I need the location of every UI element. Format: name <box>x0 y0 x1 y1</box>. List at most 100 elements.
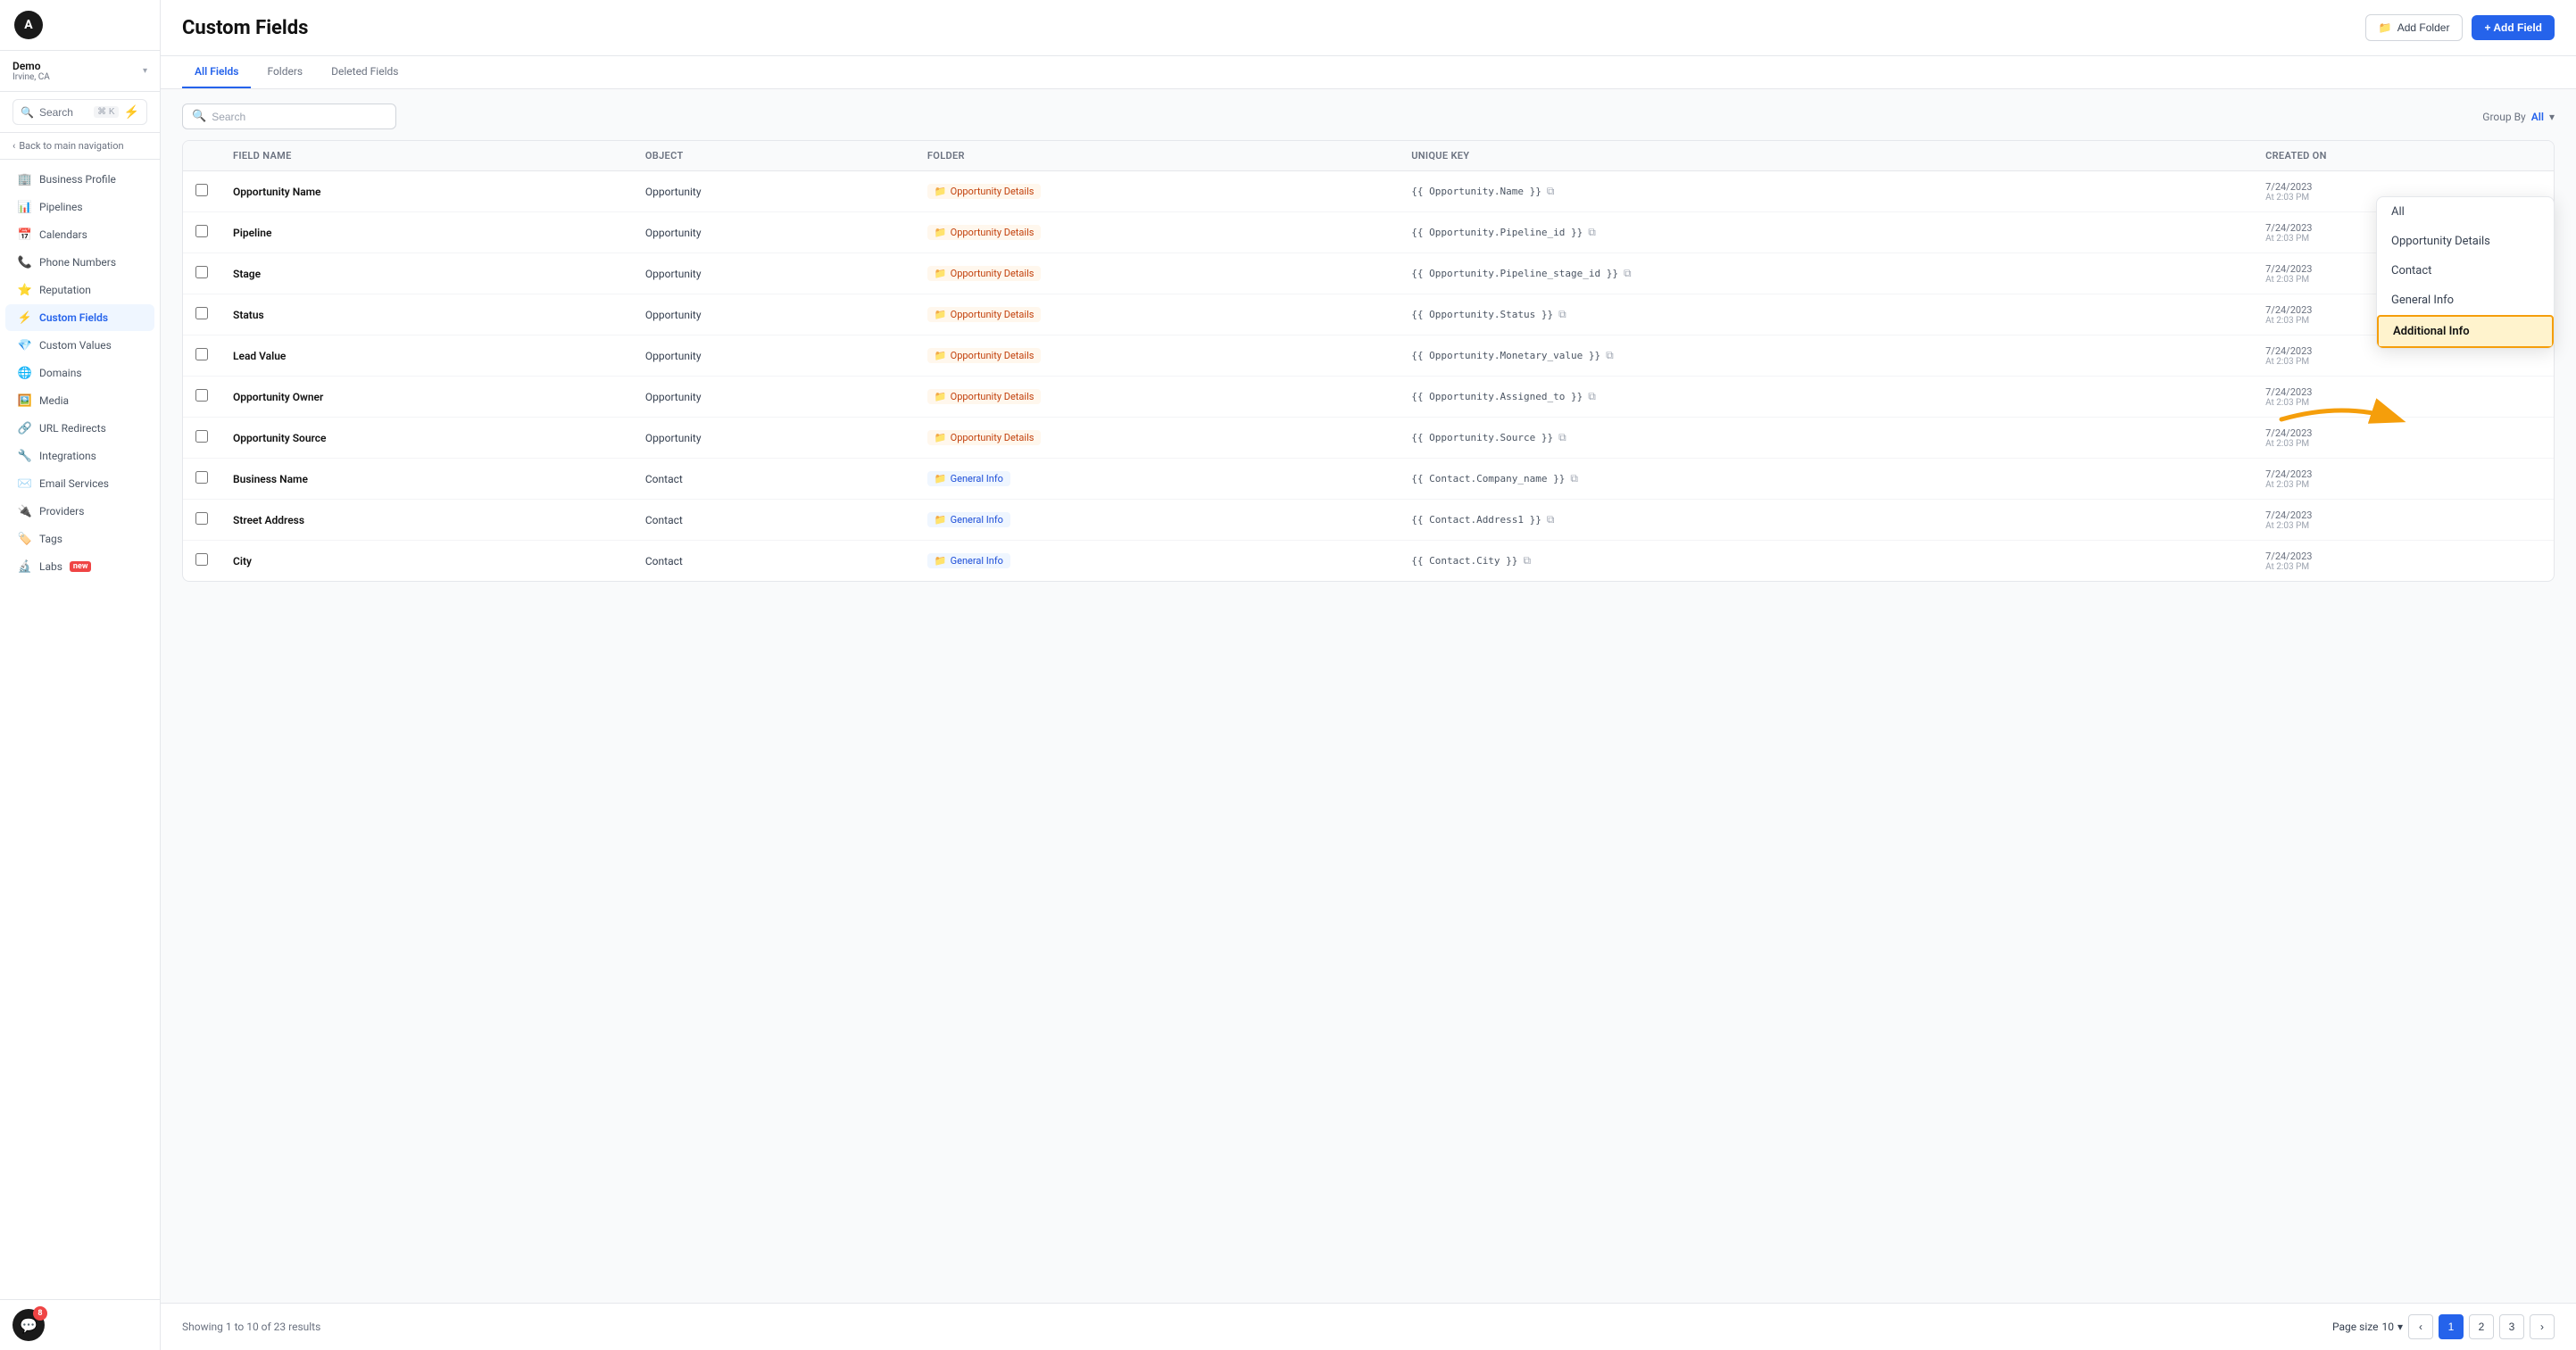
sidebar-item-label: Business Profile <box>39 173 116 186</box>
tab-deleted-fields[interactable]: Deleted Fields <box>319 56 411 88</box>
row-checkbox-9[interactable] <box>195 553 208 566</box>
dropdown-item-opportunity-details[interactable]: Opportunity Details <box>2377 227 2554 256</box>
row-object: Opportunity <box>633 335 915 377</box>
search-button[interactable]: 🔍 Search ⌘ K ⚡ <box>12 99 147 125</box>
row-field-name: Opportunity Owner <box>220 377 633 418</box>
row-field-name: Pipeline <box>220 212 633 253</box>
tab-folders[interactable]: Folders <box>254 56 315 88</box>
chevron-down-icon: ▾ <box>143 66 147 76</box>
copy-icon[interactable]: ⧉ <box>1558 308 1566 321</box>
dropdown-item-additional-info[interactable]: Additional Info <box>2377 315 2554 348</box>
copy-icon[interactable]: ⧉ <box>1588 226 1596 239</box>
search-input[interactable] <box>212 111 386 123</box>
pagination-page-1[interactable]: 1 <box>2439 1314 2464 1339</box>
row-checkbox-0[interactable] <box>195 184 208 196</box>
row-field-name: Business Name <box>220 459 633 500</box>
back-navigation[interactable]: ‹ Back to main navigation <box>0 133 160 160</box>
copy-icon[interactable]: ⧉ <box>1523 554 1531 567</box>
sidebar-item-url-redirects[interactable]: 🔗 URL Redirects <box>5 415 154 442</box>
table-row: City Contact 📁 General Info {{ Contact.C… <box>183 541 2554 582</box>
row-checkbox-cell <box>183 541 220 582</box>
group-by-value: All <box>2531 111 2544 123</box>
col-checkbox <box>183 141 220 171</box>
sidebar-item-custom-values[interactable]: 💎 Custom Values <box>5 332 154 359</box>
row-checkbox-2[interactable] <box>195 266 208 278</box>
col-created-on: Created On <box>2253 141 2554 171</box>
row-checkbox-8[interactable] <box>195 512 208 525</box>
page-size-label: Page size <box>2332 1321 2378 1333</box>
folder-icon: 📁 <box>935 227 947 238</box>
dropdown-item-general-info[interactable]: General Info <box>2377 286 2554 315</box>
sidebar-item-label: Labs <box>39 560 62 573</box>
tab-all-fields[interactable]: All Fields <box>182 56 251 88</box>
row-created-date: 7/24/2023 At 2:03 PM <box>2253 377 2554 418</box>
table-row: Business Name Contact 📁 General Info {{ … <box>183 459 2554 500</box>
row-folder: 📁 Opportunity Details <box>915 377 1399 418</box>
sidebar-item-pipelines[interactable]: 📊 Pipelines <box>5 194 154 220</box>
sidebar-item-phone-numbers[interactable]: 📞 Phone Numbers <box>5 249 154 276</box>
sidebar-item-label: Providers <box>39 505 84 518</box>
row-checkbox-4[interactable] <box>195 348 208 360</box>
row-unique-key: {{ Opportunity.Source }} ⧉ <box>1399 418 2253 459</box>
folder-icon: 📁 <box>935 268 947 279</box>
sidebar-user[interactable]: Demo Irvine, CA ▾ <box>0 51 160 92</box>
row-object: Opportunity <box>633 418 915 459</box>
row-unique-key: {{ Opportunity.Monetary_value }} ⧉ <box>1399 335 2253 377</box>
sidebar-nav: 🏢 Business Profile 📊 Pipelines 📅 Calenda… <box>0 160 160 1299</box>
col-unique-key: Unique Key <box>1399 141 2253 171</box>
topbar-actions: 📁 Add Folder + Add Field <box>2365 14 2555 41</box>
copy-icon[interactable]: ⧉ <box>1547 185 1555 198</box>
row-checkbox-7[interactable] <box>195 471 208 484</box>
dropdown-item-contact[interactable]: Contact <box>2377 256 2554 286</box>
sidebar-item-providers[interactable]: 🔌 Providers <box>5 498 154 525</box>
sidebar-item-reputation[interactable]: ⭐ Reputation <box>5 277 154 303</box>
chat-badge: 8 <box>33 1306 47 1321</box>
copy-icon[interactable]: ⧉ <box>1624 267 1632 280</box>
sidebar-item-labs[interactable]: 🔬 Labs new <box>5 553 154 580</box>
copy-icon[interactable]: ⧉ <box>1570 472 1578 485</box>
calendars-icon: 📅 <box>18 228 32 242</box>
folder-icon: 📁 <box>935 514 947 526</box>
add-field-button[interactable]: + Add Field <box>2472 15 2555 40</box>
row-object: Opportunity <box>633 377 915 418</box>
business-profile-icon: 🏢 <box>18 172 32 186</box>
content-area: 🔍 Group By All ▾ Field Name Object <box>161 89 2576 1303</box>
row-checkbox-cell <box>183 253 220 294</box>
chat-button[interactable]: 💬 8 <box>12 1309 45 1341</box>
row-field-name: Street Address <box>220 500 633 541</box>
page-size-value: 10 <box>2381 1321 2394 1333</box>
copy-icon[interactable]: ⧉ <box>1558 431 1566 444</box>
pagination-next-button[interactable]: › <box>2530 1314 2555 1339</box>
sidebar-item-media[interactable]: 🖼️ Media <box>5 387 154 414</box>
search-wrap[interactable]: 🔍 <box>182 104 396 129</box>
copy-icon[interactable]: ⧉ <box>1547 513 1555 526</box>
add-folder-button[interactable]: 📁 Add Folder <box>2365 14 2464 41</box>
row-unique-key: {{ Opportunity.Pipeline_stage_id }} ⧉ <box>1399 253 2253 294</box>
copy-icon[interactable]: ⧉ <box>1606 349 1614 362</box>
sidebar-item-integrations[interactable]: 🔧 Integrations <box>5 443 154 469</box>
pagination-prev-button[interactable]: ‹ <box>2408 1314 2433 1339</box>
sidebar-item-business-profile[interactable]: 🏢 Business Profile <box>5 166 154 193</box>
row-folder: 📁 General Info <box>915 541 1399 582</box>
sidebar-item-email-services[interactable]: ✉️ Email Services <box>5 470 154 497</box>
row-unique-key: {{ Opportunity.Status }} ⧉ <box>1399 294 2253 335</box>
pagination-page-2[interactable]: 2 <box>2469 1314 2494 1339</box>
search-shortcut: ⌘ K <box>94 106 118 118</box>
group-by-control[interactable]: Group By All ▾ <box>2482 111 2555 123</box>
sidebar-item-calendars[interactable]: 📅 Calendars <box>5 221 154 248</box>
row-checkbox-5[interactable] <box>195 389 208 402</box>
dropdown-item-all[interactable]: All <box>2377 197 2554 227</box>
pagination-page-3[interactable]: 3 <box>2499 1314 2524 1339</box>
sidebar-item-tags[interactable]: 🏷️ Tags <box>5 526 154 552</box>
row-checkbox-3[interactable] <box>195 307 208 319</box>
copy-icon[interactable]: ⧉ <box>1588 390 1596 403</box>
custom-fields-icon: ⚡ <box>18 311 32 325</box>
row-checkbox-6[interactable] <box>195 430 208 443</box>
row-checkbox-1[interactable] <box>195 225 208 237</box>
sidebar-item-custom-fields[interactable]: ⚡ Custom Fields <box>5 304 154 331</box>
row-folder: 📁 Opportunity Details <box>915 418 1399 459</box>
page-size-control[interactable]: Page size 10 ▾ <box>2332 1321 2403 1333</box>
table-row: Lead Value Opportunity 📁 Opportunity Det… <box>183 335 2554 377</box>
sidebar-item-label: Email Services <box>39 477 109 490</box>
sidebar-item-domains[interactable]: 🌐 Domains <box>5 360 154 386</box>
